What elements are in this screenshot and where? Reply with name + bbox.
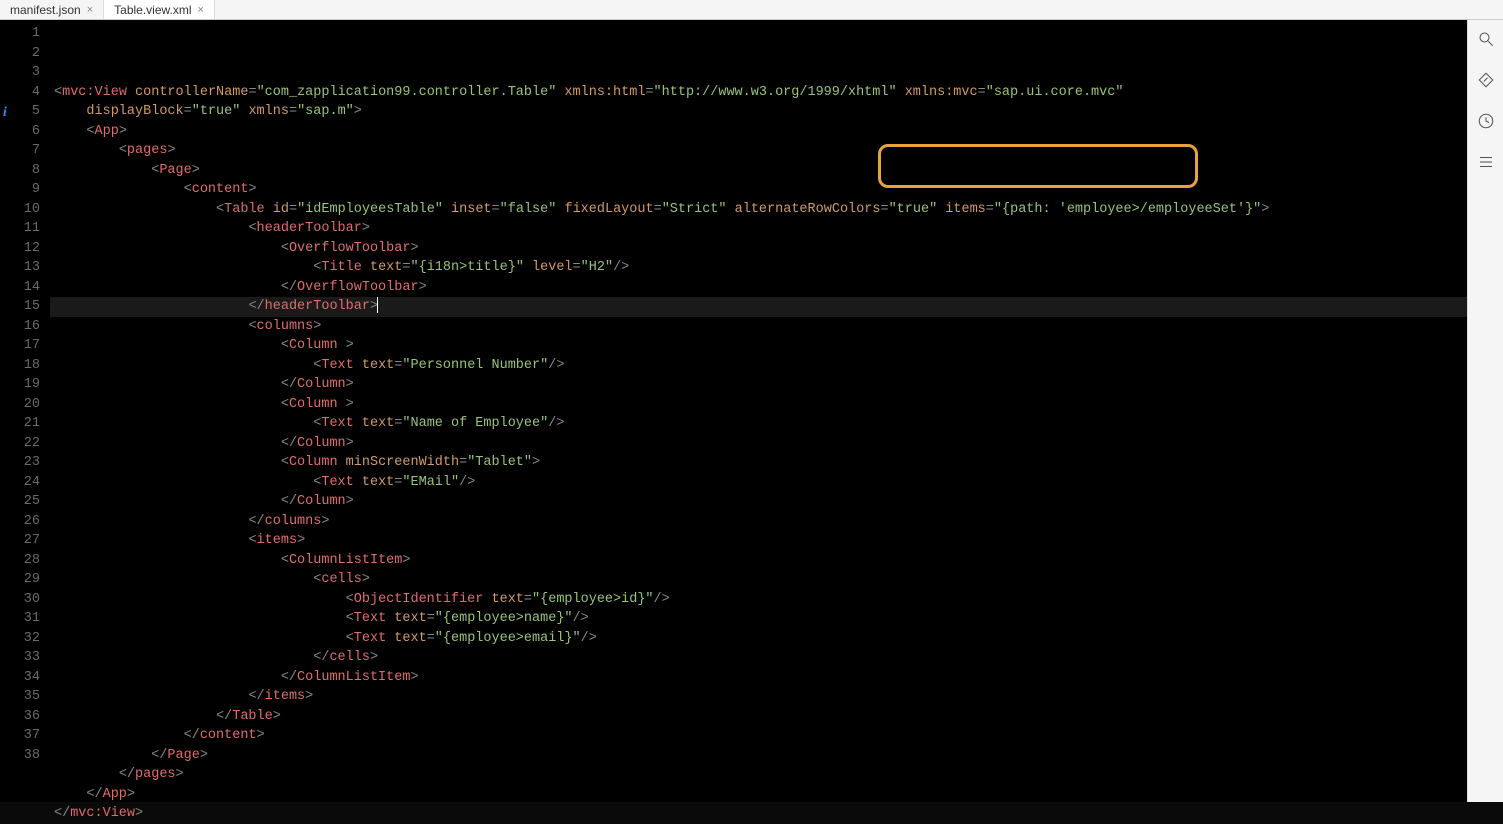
code-line[interactable]: </content> (50, 726, 1467, 746)
code-line[interactable]: <Table id="idEmployeesTable" inset="fals… (50, 200, 1467, 220)
outline-icon[interactable] (1477, 153, 1495, 176)
tab-label: manifest.json (10, 3, 81, 17)
code-line[interactable]: displayBlock="true" xmlns="sap.m"> (50, 102, 1467, 122)
code-line[interactable]: </ColumnListItem> (50, 668, 1467, 688)
code-line[interactable]: <Column > (50, 395, 1467, 415)
code-line[interactable]: <Title text="{i18n>title}" level="H2"/> (50, 258, 1467, 278)
code-line[interactable]: <Text text="EMail"/> (50, 473, 1467, 493)
code-line[interactable]: <cells> (50, 570, 1467, 590)
tab-tableview[interactable]: Table.view.xml × (104, 0, 215, 19)
code-line[interactable]: </columns> (50, 512, 1467, 532)
code-line[interactable]: <Column > (50, 336, 1467, 356)
code-line[interactable]: <headerToolbar> (50, 219, 1467, 239)
code-line[interactable]: <Text text="{employee>name}"/> (50, 609, 1467, 629)
code-line[interactable]: <Column minScreenWidth="Tablet"> (50, 453, 1467, 473)
close-icon[interactable]: × (198, 4, 204, 16)
code-area[interactable]: <mvc:View controllerName="com_zapplicati… (50, 20, 1467, 802)
code-line[interactable]: <columns> (50, 317, 1467, 337)
code-line[interactable]: <Text text="Name of Employee"/> (50, 414, 1467, 434)
code-line[interactable]: <mvc:View controllerName="com_zapplicati… (50, 83, 1467, 103)
tab-manifest[interactable]: manifest.json × (0, 0, 104, 19)
code-editor[interactable]: 12345i6789101112131415161718192021222324… (0, 20, 1467, 802)
search-icon[interactable] (1477, 30, 1495, 53)
history-icon[interactable] (1477, 112, 1495, 135)
code-line[interactable]: </Table> (50, 707, 1467, 727)
code-line[interactable]: <App> (50, 122, 1467, 142)
code-line[interactable]: <content> (50, 180, 1467, 200)
code-line[interactable]: <pages> (50, 141, 1467, 161)
editor-main: 12345i6789101112131415161718192021222324… (0, 20, 1503, 802)
code-line[interactable]: </cells> (50, 648, 1467, 668)
code-line[interactable]: </Page> (50, 746, 1467, 766)
code-line[interactable]: <ObjectIdentifier text="{employee>id}"/> (50, 590, 1467, 610)
code-line[interactable]: </Column> (50, 434, 1467, 454)
code-line[interactable]: </OverflowToolbar> (50, 278, 1467, 298)
code-line[interactable]: <items> (50, 531, 1467, 551)
code-line[interactable]: <Text text="{employee>email}"/> (50, 629, 1467, 649)
code-line[interactable]: </Column> (50, 375, 1467, 395)
code-line[interactable]: </Column> (50, 492, 1467, 512)
line-gutter: 12345i6789101112131415161718192021222324… (0, 20, 50, 802)
right-toolbar (1467, 20, 1503, 802)
code-line[interactable]: </mvc:View> (50, 804, 1467, 824)
format-icon[interactable] (1477, 71, 1495, 94)
code-line[interactable]: </App> (50, 785, 1467, 805)
info-marker[interactable]: i (3, 102, 7, 122)
editor-tabs: manifest.json × Table.view.xml × (0, 0, 1503, 20)
code-line[interactable]: <Page> (50, 161, 1467, 181)
tab-label: Table.view.xml (114, 3, 191, 17)
code-line[interactable]: <ColumnListItem> (50, 551, 1467, 571)
code-line[interactable]: <Text text="Personnel Number"/> (50, 356, 1467, 376)
close-icon[interactable]: × (87, 4, 93, 16)
code-line[interactable]: </items> (50, 687, 1467, 707)
code-line[interactable]: </headerToolbar> (50, 297, 1467, 317)
code-line[interactable]: </pages> (50, 765, 1467, 785)
code-line[interactable]: <OverflowToolbar> (50, 239, 1467, 259)
